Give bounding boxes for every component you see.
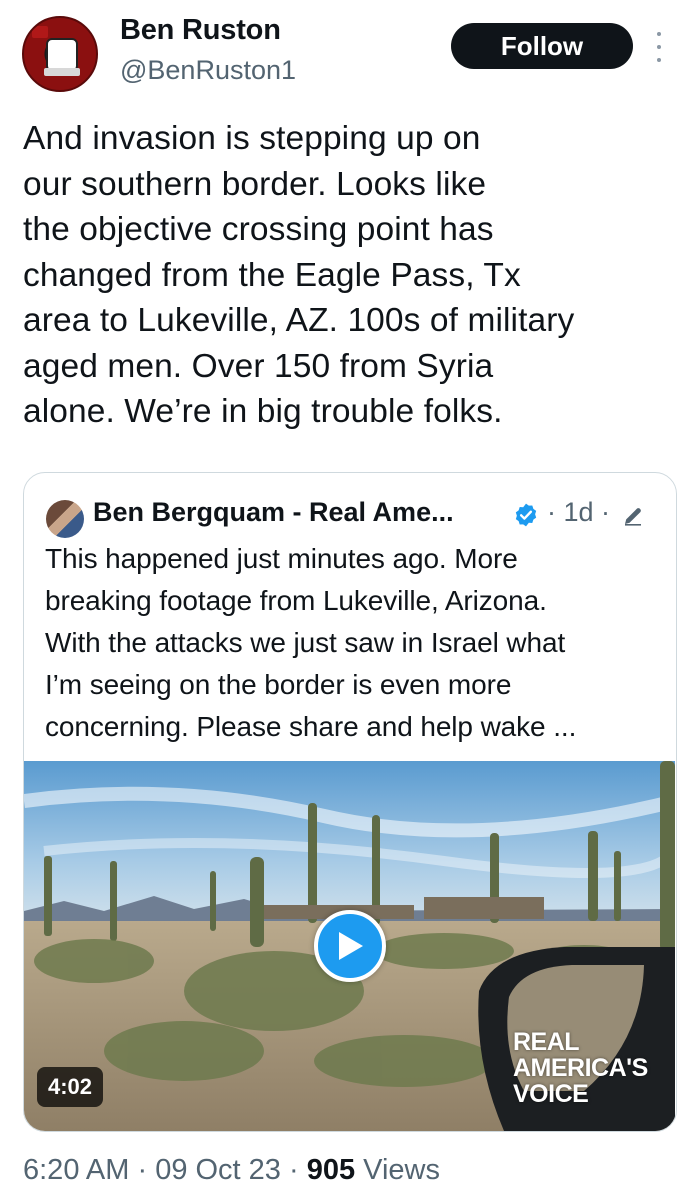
verified-badge-icon <box>515 503 537 527</box>
quoted-author-avatar[interactable] <box>46 500 84 538</box>
tweet-date[interactable]: 09 Oct 23 <box>155 1154 281 1186</box>
watermark-line: VOICE <box>513 1080 589 1108</box>
watermark-line: REAL <box>513 1028 580 1056</box>
quoted-author-name[interactable]: Ben Bergquam - Real Ame... <box>93 497 454 528</box>
quoted-tweet-timestamp[interactable]: · 1d · <box>547 497 610 528</box>
video-duration: 4:02 <box>37 1067 104 1107</box>
views-count: 905 <box>306 1154 356 1186</box>
play-button[interactable] <box>314 910 386 982</box>
edited-pencil-icon <box>625 508 641 526</box>
quoted-tweet-text: This happened just minutes ago. More bre… <box>45 543 577 742</box>
more-options-icon[interactable] <box>651 32 667 62</box>
follow-button[interactable]: Follow <box>451 23 633 69</box>
tweet-metadata-row: 6:20 AM · 09 Oct 23 · 905 Views <box>23 1154 440 1187</box>
watermark-line: AMERICA'S <box>513 1054 648 1082</box>
author-handle[interactable]: @BenRuston1 <box>120 55 296 86</box>
shield-emblem-icon <box>46 38 78 72</box>
channel-watermark: REAL AMERICA'S VOICE <box>513 1029 673 1107</box>
airborne-badge-icon <box>32 26 48 38</box>
separator: · <box>129 1154 156 1186</box>
quoted-tweet-card[interactable]: Ben Bergquam - Real Ame... · 1d · This h… <box>23 472 677 1132</box>
tweet-text: And invasion is stepping up on our south… <box>23 120 575 430</box>
views-label: Views <box>363 1154 441 1186</box>
video-thumbnail[interactable]: 4:02 REAL AMERICA'S VOICE <box>24 761 675 1131</box>
tweet-time[interactable]: 6:20 AM <box>23 1154 129 1186</box>
author-avatar[interactable] <box>22 16 98 92</box>
play-icon <box>339 932 363 960</box>
veteran-banner-icon <box>44 68 80 76</box>
author-name[interactable]: Ben Ruston <box>120 14 281 47</box>
separator: · <box>280 1154 307 1186</box>
